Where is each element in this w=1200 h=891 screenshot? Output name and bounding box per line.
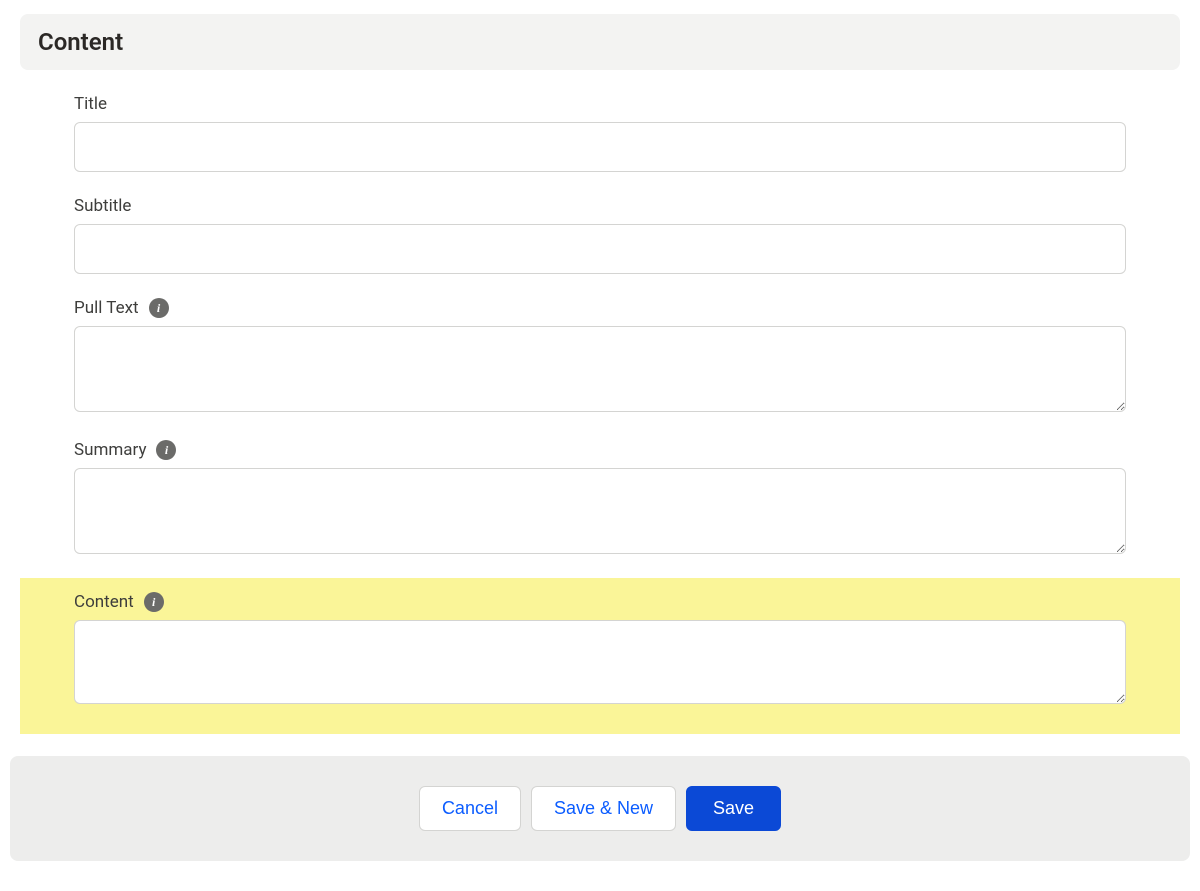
- summary-label: Summary: [74, 440, 146, 460]
- field-label-row: Pull Text i: [74, 298, 1126, 318]
- info-icon[interactable]: i: [156, 440, 176, 460]
- field-label-row: Content i: [74, 592, 1126, 612]
- panel-body: Title Subtitle Pull Text i Summary i: [20, 70, 1180, 734]
- info-icon[interactable]: i: [149, 298, 169, 318]
- content-panel: Content Title Subtitle Pull Text i: [20, 14, 1180, 734]
- save-and-new-button[interactable]: Save & New: [531, 786, 676, 831]
- info-icon[interactable]: i: [144, 592, 164, 612]
- field-label-row: Title: [74, 94, 1126, 114]
- summary-textarea[interactable]: [74, 468, 1126, 554]
- content-textarea[interactable]: [74, 620, 1126, 704]
- subtitle-label: Subtitle: [74, 196, 131, 216]
- field-label-row: Subtitle: [74, 196, 1126, 216]
- subtitle-input[interactable]: [74, 224, 1126, 274]
- cancel-button[interactable]: Cancel: [419, 786, 521, 831]
- panel-header: Content: [20, 14, 1180, 70]
- title-input[interactable]: [74, 122, 1126, 172]
- panel-title: Content: [38, 28, 1162, 56]
- field-pull-text: Pull Text i: [20, 288, 1180, 430]
- footer-bar: Cancel Save & New Save: [10, 756, 1190, 861]
- pull-text-textarea[interactable]: [74, 326, 1126, 412]
- field-subtitle: Subtitle: [20, 186, 1180, 288]
- field-summary: Summary i: [20, 430, 1180, 572]
- save-button[interactable]: Save: [686, 786, 781, 831]
- field-label-row: Summary i: [74, 440, 1126, 460]
- field-title: Title: [20, 84, 1180, 186]
- field-content: Content i: [20, 578, 1180, 734]
- title-label: Title: [74, 94, 107, 114]
- pull-text-label: Pull Text: [74, 298, 139, 318]
- content-label: Content: [74, 592, 134, 612]
